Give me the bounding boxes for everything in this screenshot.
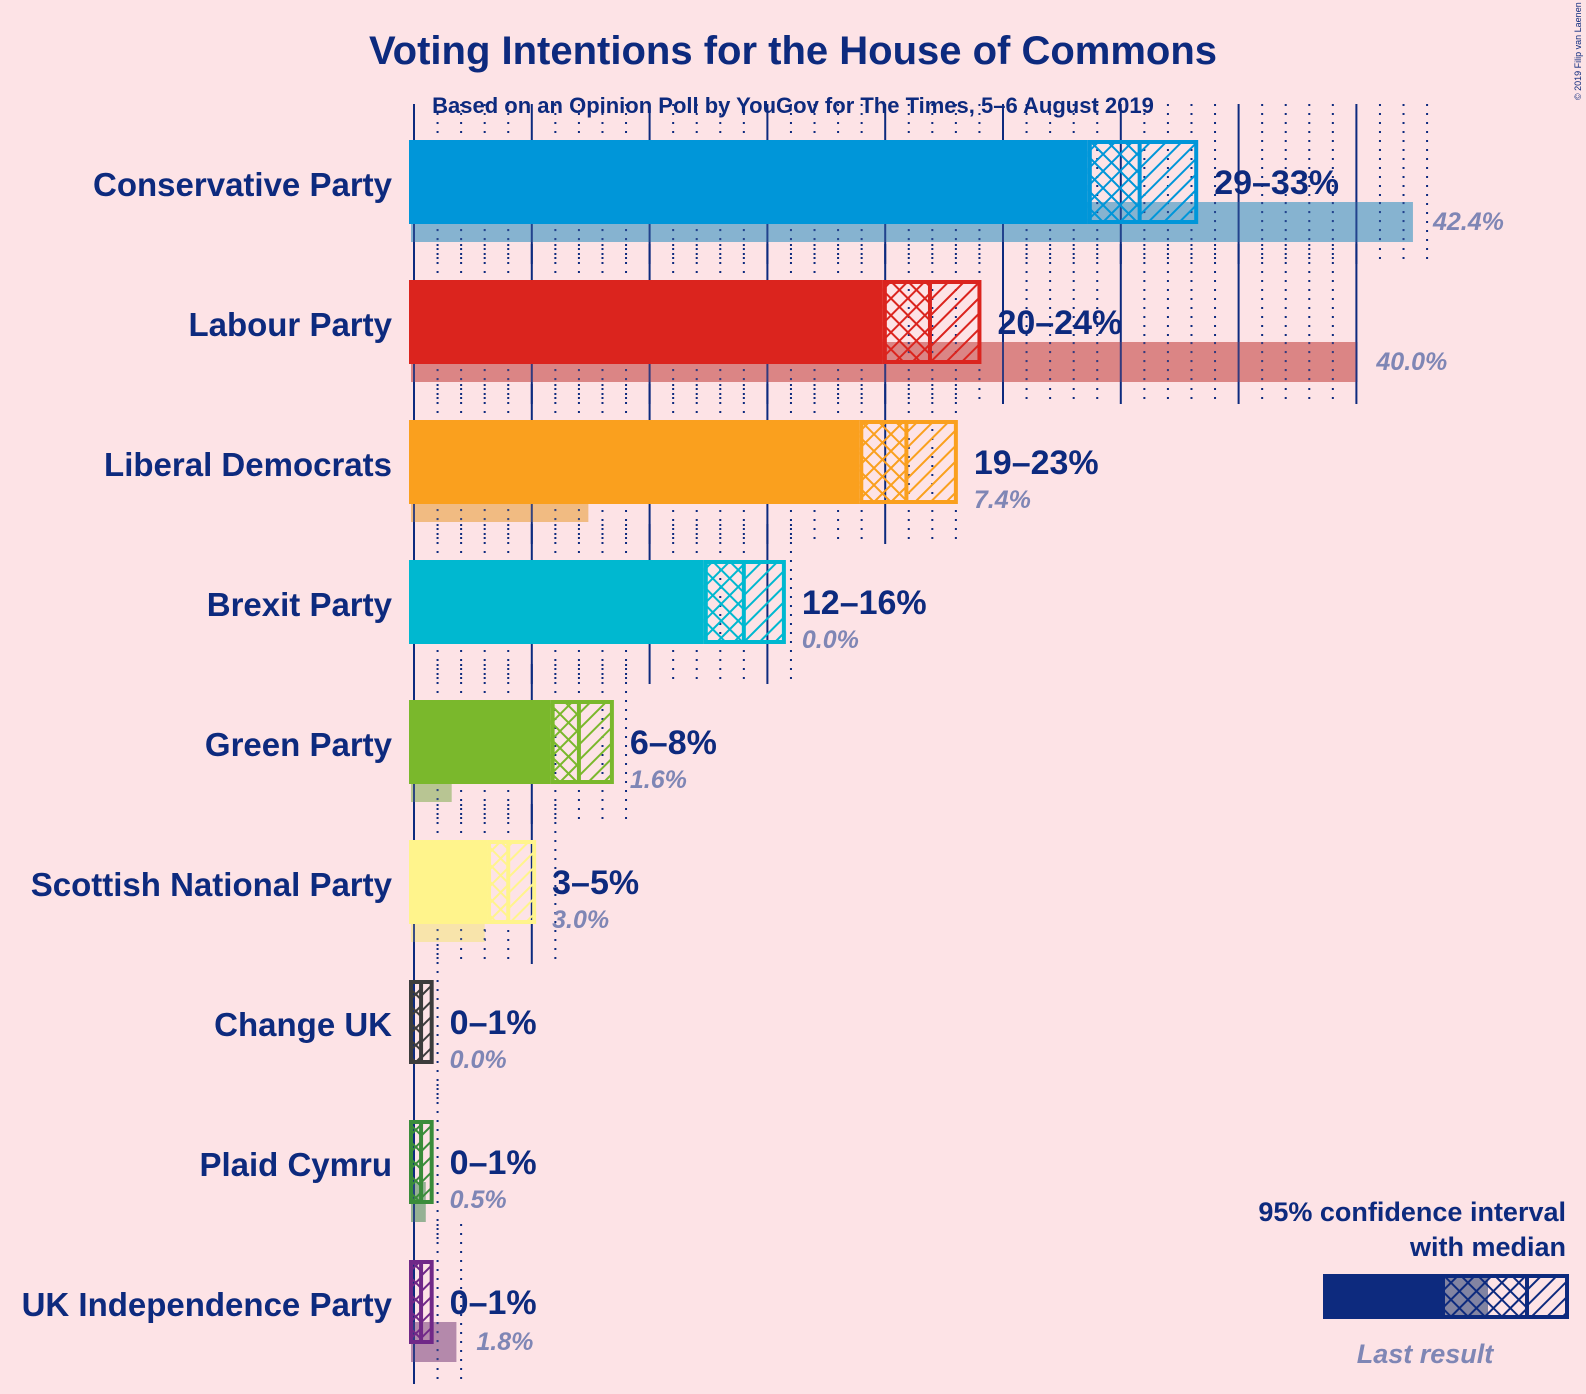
- party-label: Change UK: [214, 1006, 392, 1043]
- party-label: Green Party: [205, 726, 393, 763]
- party-row: Green Party 6–8% 1.6%: [205, 664, 717, 824]
- legend-title-line1: 95% confidence interval: [1258, 1197, 1566, 1227]
- bar-ci-lower: [703, 560, 744, 644]
- chart-title: Voting Intentions for the House of Commo…: [369, 29, 1217, 73]
- bar-ci-lower: [550, 700, 579, 784]
- party-row: Scottish National Party 3–5% 3.0%: [31, 804, 639, 964]
- bars-group: Conservative Party 29–33% 42.4% Labour Part…: [22, 104, 1504, 1384]
- bar-solid: [409, 700, 551, 784]
- party-row: Conservative Party 29–33% 42.4%: [93, 104, 1504, 264]
- party-label: Plaid Cymru: [199, 1146, 392, 1183]
- last-result-label: 0.0%: [802, 626, 859, 654]
- legend-ci-upper: [1527, 1274, 1567, 1319]
- party-row: Change UK 0–1% 0.0%: [214, 944, 537, 1104]
- chart-subtitle: Based on an Opinion Poll by YouGov for T…: [432, 93, 1154, 118]
- bar-ci-upper: [906, 420, 956, 504]
- bar-ci-upper: [1139, 140, 1197, 224]
- bar-ci-upper: [578, 700, 612, 784]
- last-result-label: 3.0%: [552, 906, 609, 934]
- party-row: Labour Party 20–24% 40.0%: [188, 244, 1447, 404]
- legend-title-line2: with median: [1409, 1232, 1566, 1262]
- legend-last-result-label: Last result: [1357, 1339, 1495, 1369]
- bar-solid: [409, 840, 488, 924]
- last-result-label: 40.0%: [1375, 348, 1447, 376]
- legend-solid-bar: [1323, 1274, 1445, 1319]
- bar-solid: [409, 140, 1088, 224]
- bar-solid: [409, 280, 883, 364]
- party-label: Scottish National Party: [31, 866, 393, 903]
- legend-swatch: [1323, 1274, 1569, 1319]
- legend-ci-lower: [1445, 1274, 1527, 1319]
- last-result-label: 7.4%: [974, 486, 1031, 514]
- party-label: Brexit Party: [207, 586, 393, 623]
- chart: Voting Intentions for the House of Commo…: [22, 2, 1583, 1384]
- last-result-label: 0.5%: [450, 1186, 507, 1214]
- party-label: UK Independence Party: [22, 1286, 393, 1323]
- last-result-label: 1.8%: [476, 1328, 533, 1356]
- party-label: Liberal Democrats: [104, 446, 392, 483]
- bar-ci-upper: [743, 560, 784, 644]
- last-result-label: 1.6%: [630, 766, 687, 794]
- legend: 95% confidence interval with median Last…: [1258, 1197, 1569, 1369]
- party-label: Conservative Party: [93, 166, 393, 203]
- party-row: UK Independence Party 0–1% 1.8%: [22, 1224, 537, 1384]
- range-label: 20–24%: [997, 304, 1122, 342]
- party-label: Labour Party: [188, 306, 392, 343]
- party-row: Plaid Cymru 0–1% 0.5%: [199, 1084, 537, 1244]
- bar-ci-upper: [929, 280, 980, 364]
- range-label: 6–8%: [630, 724, 717, 762]
- copyright: © 2019 Filip van Laenen: [1573, 2, 1583, 100]
- last-result-label: 42.4%: [1432, 208, 1504, 236]
- bar-ci-lower: [1087, 140, 1140, 224]
- bar-ci-lower: [882, 280, 930, 364]
- bar-ci-lower: [859, 420, 907, 504]
- range-label: 19–23%: [974, 444, 1099, 482]
- last-result-label: 0.0%: [450, 1046, 507, 1074]
- range-label: 12–16%: [802, 584, 927, 622]
- range-label: 3–5%: [552, 864, 639, 902]
- range-label: 0–1%: [450, 1144, 537, 1182]
- bar-solid: [409, 560, 704, 644]
- party-row: Brexit Party 12–16% 0.0%: [207, 524, 927, 684]
- range-label: 0–1%: [450, 1004, 537, 1042]
- bar-solid: [409, 420, 860, 504]
- range-label: 0–1%: [450, 1284, 537, 1322]
- bar-ci-upper: [508, 840, 535, 924]
- party-row: Liberal Democrats 19–23% 7.4%: [104, 384, 1099, 544]
- range-label: 29–33%: [1214, 164, 1339, 202]
